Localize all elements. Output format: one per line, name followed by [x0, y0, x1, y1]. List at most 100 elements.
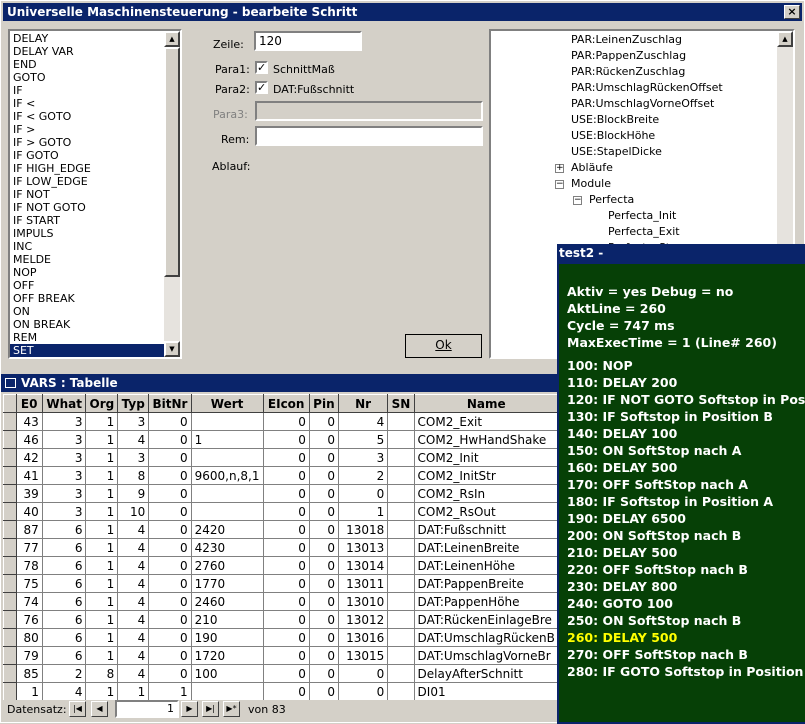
- table-cell[interactable]: [387, 682, 415, 701]
- table-cell[interactable]: 0: [308, 628, 339, 647]
- table-cell[interactable]: 0: [262, 538, 310, 557]
- row-selector[interactable]: [3, 664, 17, 683]
- column-header[interactable]: E0: [15, 394, 43, 413]
- table-cell[interactable]: COM2_Exit: [413, 412, 559, 431]
- tree-scroll-up-icon[interactable]: ▲: [777, 31, 793, 47]
- table-cell[interactable]: 4: [117, 538, 150, 557]
- table-cell[interactable]: 87: [15, 520, 43, 539]
- table-cell[interactable]: 8: [117, 466, 150, 485]
- table-cell[interactable]: 0: [308, 538, 339, 557]
- tree-node[interactable]: USE:BlockHöhe: [571, 129, 655, 142]
- table-cell[interactable]: [387, 520, 415, 539]
- next-record-button[interactable]: ▶: [181, 701, 198, 717]
- row-selector[interactable]: [3, 466, 17, 485]
- column-header[interactable]: Nr: [337, 394, 389, 413]
- table-cell[interactable]: 0: [337, 682, 389, 701]
- table-row[interactable]: 74 6 1 4 0 2460 0 0 13010 DAT:PappenHöhe: [3, 592, 559, 611]
- table-cell[interactable]: 78: [15, 556, 43, 575]
- command-item[interactable]: IF GOTO: [10, 149, 166, 162]
- scroll-up-icon[interactable]: ▲: [164, 31, 180, 47]
- table-cell[interactable]: 1: [85, 556, 119, 575]
- table-cell[interactable]: [387, 592, 415, 611]
- table-row[interactable]: 78 6 1 4 0 2760 0 0 13014 DAT:LeinenHöhe: [3, 556, 559, 575]
- table-cell[interactable]: 0: [308, 574, 339, 593]
- table-cell[interactable]: DAT:LeinenHöhe: [413, 556, 559, 575]
- table-cell[interactable]: 4: [117, 646, 150, 665]
- table-cell[interactable]: 210: [190, 610, 264, 629]
- command-item[interactable]: IF LOW_EDGE: [10, 175, 166, 188]
- close-button[interactable]: ×: [784, 5, 800, 19]
- table-cell[interactable]: 77: [15, 538, 43, 557]
- table-cell[interactable]: 6: [41, 538, 87, 557]
- table-cell[interactable]: 41: [15, 466, 43, 485]
- table-cell[interactable]: 4: [117, 610, 150, 629]
- table-cell[interactable]: [387, 646, 415, 665]
- tree-node[interactable]: USE:StapelDicke: [571, 145, 662, 158]
- command-list[interactable]: DELAY DELAY VAR END GOTO IF IF < IF < GOTO IF >…: [8, 29, 182, 359]
- scroll-thumb[interactable]: [164, 47, 180, 277]
- ok-button[interactable]: Ok: [405, 334, 482, 358]
- table-row[interactable]: 46 3 1 4 0 1 0 0 5 COM2_HwHandShake: [3, 430, 559, 449]
- table-cell[interactable]: 13014: [337, 556, 389, 575]
- table-cell[interactable]: 4: [117, 592, 150, 611]
- table-cell[interactable]: 6: [41, 592, 87, 611]
- table-cell[interactable]: 0: [262, 484, 310, 503]
- para1-checkbox[interactable]: ✓: [255, 61, 268, 74]
- table-cell[interactable]: 1: [85, 484, 119, 503]
- table-row[interactable]: 85 2 8 4 0 100 0 0 0 DelayAfterSchnitt: [3, 664, 559, 683]
- table-cell[interactable]: 0: [308, 520, 339, 539]
- table-row[interactable]: 42 3 1 3 0 0 0 3 COM2_Init: [3, 448, 559, 467]
- table-cell[interactable]: 0: [262, 556, 310, 575]
- table-cell[interactable]: 0: [308, 430, 339, 449]
- column-header[interactable]: BitNr: [148, 394, 192, 413]
- table-cell[interactable]: 6: [41, 628, 87, 647]
- tree-node[interactable]: PAR:LeinenZuschlag: [571, 33, 682, 46]
- table-cell[interactable]: 0: [148, 628, 192, 647]
- tree-node[interactable]: PAR:UmschlagRückenOffset: [571, 81, 723, 94]
- table-cell[interactable]: 0: [148, 610, 192, 629]
- table-cell[interactable]: COM2_HwHandShake: [413, 430, 559, 449]
- table-cell[interactable]: 4: [117, 574, 150, 593]
- column-header[interactable]: Org: [85, 394, 119, 413]
- record-number-input[interactable]: 1: [115, 700, 179, 718]
- table-cell[interactable]: 0: [308, 556, 339, 575]
- command-item[interactable]: IF HIGH_EDGE: [10, 162, 166, 175]
- table-cell[interactable]: 6: [41, 556, 87, 575]
- command-item[interactable]: SET: [10, 344, 166, 357]
- table-cell[interactable]: 4: [117, 664, 150, 683]
- table-cell[interactable]: 40: [15, 502, 43, 521]
- first-record-button[interactable]: |◀: [69, 701, 86, 717]
- table-cell[interactable]: 0: [262, 682, 310, 701]
- table-cell[interactable]: 0: [148, 466, 192, 485]
- table-cell[interactable]: [387, 664, 415, 683]
- table-cell[interactable]: 0: [308, 484, 339, 503]
- table-cell[interactable]: 1: [85, 520, 119, 539]
- table-cell[interactable]: 4230: [190, 538, 264, 557]
- table-cell[interactable]: 1: [85, 610, 119, 629]
- table-cell[interactable]: [387, 574, 415, 593]
- table-cell[interactable]: 0: [262, 592, 310, 611]
- table-cell[interactable]: 85: [15, 664, 43, 683]
- table-cell[interactable]: [190, 448, 264, 467]
- table-cell[interactable]: 1: [85, 574, 119, 593]
- table-cell[interactable]: 1: [85, 430, 119, 449]
- table-cell[interactable]: 1: [15, 682, 43, 701]
- command-item[interactable]: IF START: [10, 214, 166, 227]
- last-record-button[interactable]: ▶|: [202, 701, 219, 717]
- table-cell[interactable]: 0: [262, 628, 310, 647]
- command-item[interactable]: IF >: [10, 123, 166, 136]
- table-cell[interactable]: 0: [262, 574, 310, 593]
- table-cell[interactable]: 2460: [190, 592, 264, 611]
- table-cell[interactable]: 6: [41, 520, 87, 539]
- tree-node[interactable]: Abläufe: [571, 161, 613, 174]
- table-cell[interactable]: 1: [85, 502, 119, 521]
- table-cell[interactable]: 3: [41, 502, 87, 521]
- table-row[interactable]: 79 6 1 4 0 1720 0 0 13015 DAT:UmschlagVorneBr: [3, 646, 559, 665]
- table-row[interactable]: 80 6 1 4 0 190 0 0 13016 DAT:UmschlagRückenB: [3, 628, 559, 647]
- command-list-scrollbar[interactable]: ▲ ▼: [164, 31, 180, 357]
- column-header[interactable]: Pin: [308, 394, 339, 413]
- table-row[interactable]: 1 4 1 1 1 0 0 0 DI01: [3, 682, 559, 701]
- table-cell[interactable]: 1: [85, 466, 119, 485]
- table-cell[interactable]: 4: [117, 520, 150, 539]
- table-row[interactable]: 40 3 1 10 0 0 0 1 COM2_RsOut: [3, 502, 559, 521]
